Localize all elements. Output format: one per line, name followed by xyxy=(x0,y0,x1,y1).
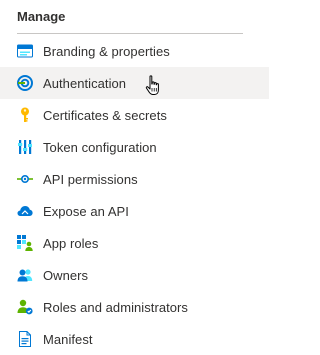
menu-item-label: Expose an API xyxy=(43,203,129,219)
menu-item-expose-an-api[interactable]: Expose an API xyxy=(0,195,269,227)
menu-item-label: Roles and administrators xyxy=(43,299,188,315)
manage-panel: Manage Branding & properties Authenticat… xyxy=(0,0,269,351)
manage-menu: Branding & properties Authentication Cer… xyxy=(0,35,269,355)
cloud-icon xyxy=(17,203,33,219)
menu-item-branding-properties[interactable]: Branding & properties xyxy=(0,35,269,67)
menu-item-token-configuration[interactable]: Token configuration xyxy=(0,131,269,163)
menu-item-label: Owners xyxy=(43,267,89,283)
menu-item-label: Certificates & secrets xyxy=(43,107,167,123)
section-divider xyxy=(17,33,243,34)
menu-item-manifest[interactable]: Manifest xyxy=(0,323,269,355)
menu-item-label: API permissions xyxy=(43,171,138,187)
section-title: Manage xyxy=(17,9,66,24)
menu-item-api-permissions[interactable]: API permissions xyxy=(0,163,269,195)
menu-item-app-roles[interactable]: App roles xyxy=(0,227,269,259)
app-roles-icon xyxy=(17,235,33,251)
api-permissions-icon xyxy=(17,171,33,187)
roles-admin-icon xyxy=(17,299,33,315)
manifest-icon xyxy=(17,331,33,347)
menu-item-roles-administrators[interactable]: Roles and administrators xyxy=(0,291,269,323)
menu-item-label: Authentication xyxy=(43,75,127,91)
authentication-icon xyxy=(17,75,33,91)
menu-item-label: App roles xyxy=(43,235,99,251)
owners-icon xyxy=(17,267,33,283)
menu-item-label: Token configuration xyxy=(43,139,157,155)
token-config-icon xyxy=(17,139,33,155)
menu-item-authentication[interactable]: Authentication xyxy=(0,67,269,99)
key-icon xyxy=(17,107,33,123)
hand-cursor-icon xyxy=(145,75,159,95)
menu-item-owners[interactable]: Owners xyxy=(0,259,269,291)
branding-icon xyxy=(17,43,33,59)
menu-item-label: Branding & properties xyxy=(43,43,170,59)
menu-item-label: Manifest xyxy=(43,331,93,347)
menu-item-certificates-secrets[interactable]: Certificates & secrets xyxy=(0,99,269,131)
